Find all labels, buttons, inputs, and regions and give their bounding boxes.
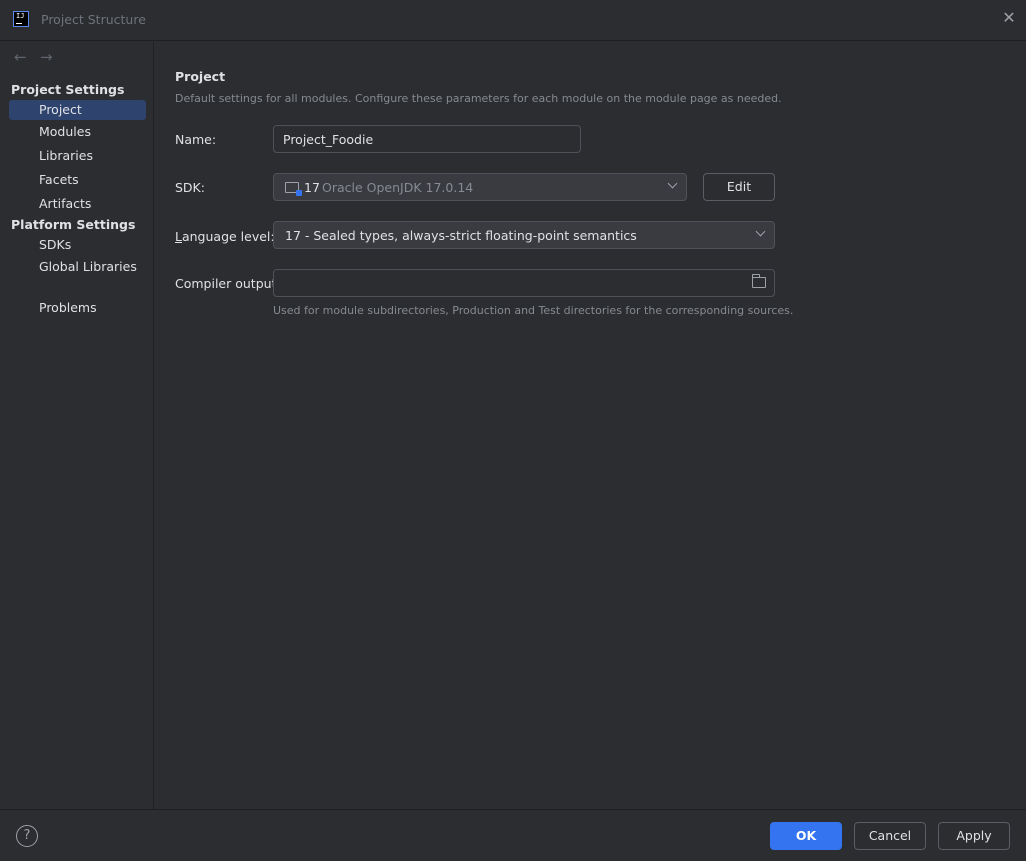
sdk-label: SDK:	[175, 180, 205, 195]
sidebar: ← → Project Settings Project Modules Libr…	[0, 42, 154, 809]
language-level-label: Language level:	[175, 229, 275, 244]
sidebar-item-modules[interactable]: Modules	[9, 122, 146, 142]
sdk-name: Oracle OpenJDK 17.0.14	[322, 180, 474, 195]
sidebar-item-sdks[interactable]: SDKs	[9, 235, 146, 255]
dialog-footer: ? OK Cancel Apply	[0, 809, 1026, 861]
title-bar: IJ Project Structure ✕	[0, 0, 1026, 41]
project-structure-dialog: IJ Project Structure ✕ ← → Project Settin…	[0, 0, 1026, 861]
platform-settings-header: Platform Settings	[11, 217, 136, 232]
name-field[interactable]: Project_Foodie	[273, 125, 581, 153]
intellij-logo-icon: IJ	[13, 11, 29, 27]
edit-sdk-button[interactable]: Edit	[703, 173, 775, 201]
window-title: Project Structure	[41, 12, 146, 27]
cancel-button[interactable]: Cancel	[854, 822, 926, 850]
name-value: Project_Foodie	[283, 132, 374, 147]
compiler-output-hint: Used for module subdirectories, Producti…	[273, 304, 794, 317]
language-level-value: 17 - Sealed types, always-strict floatin…	[285, 228, 637, 243]
ok-button[interactable]: OK	[770, 822, 842, 850]
compiler-output-field[interactable]	[273, 269, 775, 297]
history-nav: ← →	[14, 48, 66, 68]
sdk-dropdown[interactable]: 17 Oracle OpenJDK 17.0.14	[273, 173, 687, 201]
page-description: Default settings for all modules. Config…	[175, 92, 782, 105]
browse-folder-icon[interactable]	[752, 274, 766, 288]
project-settings-header: Project Settings	[11, 82, 125, 97]
project-settings-panel: Project Default settings for all modules…	[155, 42, 1026, 809]
sidebar-item-project[interactable]: Project	[9, 100, 146, 120]
back-arrow-icon[interactable]: ←	[14, 48, 30, 66]
sdk-version: 17	[304, 180, 320, 195]
name-label: Name:	[175, 132, 217, 147]
chevron-down-icon	[756, 228, 766, 238]
compiler-output-label: Compiler output:	[175, 276, 281, 291]
apply-button[interactable]: Apply	[938, 822, 1010, 850]
sdk-folder-icon	[285, 182, 302, 196]
sidebar-item-artifacts[interactable]: Artifacts	[9, 194, 146, 214]
sidebar-item-libraries[interactable]: Libraries	[9, 146, 146, 166]
forward-arrow-icon[interactable]: →	[40, 48, 56, 66]
sidebar-item-global-libraries[interactable]: Global Libraries	[9, 257, 146, 277]
chevron-down-icon	[668, 180, 678, 190]
language-level-dropdown[interactable]: 17 - Sealed types, always-strict floatin…	[273, 221, 775, 249]
close-icon[interactable]: ✕	[1002, 10, 1016, 26]
page-title: Project	[175, 69, 226, 84]
help-icon[interactable]: ?	[16, 825, 38, 847]
sidebar-item-facets[interactable]: Facets	[9, 170, 146, 190]
sidebar-item-problems[interactable]: Problems	[9, 298, 146, 318]
